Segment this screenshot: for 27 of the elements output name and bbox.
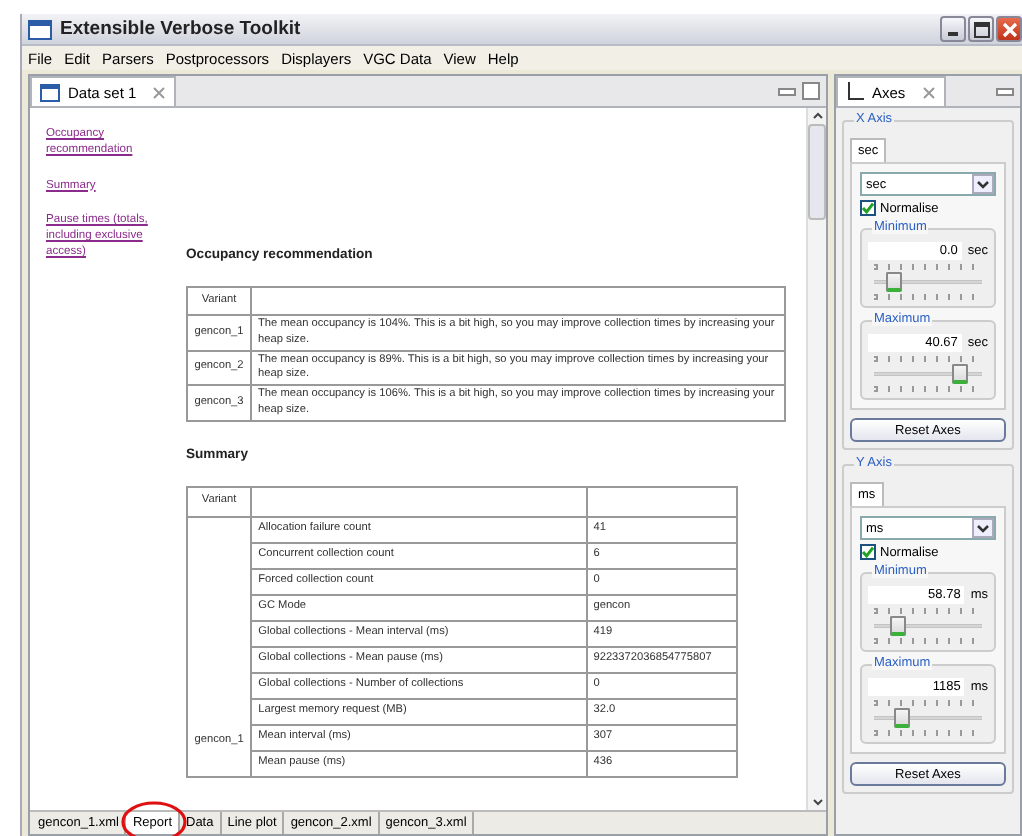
slider-thumb[interactable] — [952, 364, 969, 384]
axes-icon — [846, 82, 864, 102]
minimize-icon[interactable] — [778, 85, 796, 97]
maximize-icon — [973, 21, 989, 37]
maximize-button[interactable] — [968, 16, 994, 42]
minimize-button[interactable] — [940, 16, 966, 42]
close-icon[interactable] — [152, 85, 167, 99]
checkbox[interactable] — [860, 544, 876, 560]
close-icon[interactable] — [921, 85, 936, 99]
minimize-icon[interactable] — [996, 85, 1014, 97]
slider-thumb[interactable] — [886, 272, 903, 292]
dropdown-icon[interactable] — [972, 518, 994, 538]
window-icon — [28, 19, 52, 39]
scrollbar[interactable] — [806, 108, 826, 810]
minimize-icon — [948, 32, 958, 36]
close-icon — [1001, 21, 1017, 37]
scrollbar-thumb[interactable] — [808, 124, 826, 220]
maximize-icon[interactable] — [802, 82, 820, 100]
dropdown-icon[interactable] — [972, 174, 994, 194]
scroll-up-icon[interactable] — [809, 108, 825, 124]
window-title: Extensible Verbose Toolkit — [60, 18, 301, 40]
slider-thumb[interactable] — [893, 708, 910, 728]
slider-thumb[interactable] — [889, 616, 906, 636]
close-button[interactable] — [996, 16, 1022, 42]
checkbox[interactable] — [860, 200, 876, 216]
document-icon — [40, 83, 60, 101]
scroll-down-icon[interactable] — [809, 794, 825, 810]
